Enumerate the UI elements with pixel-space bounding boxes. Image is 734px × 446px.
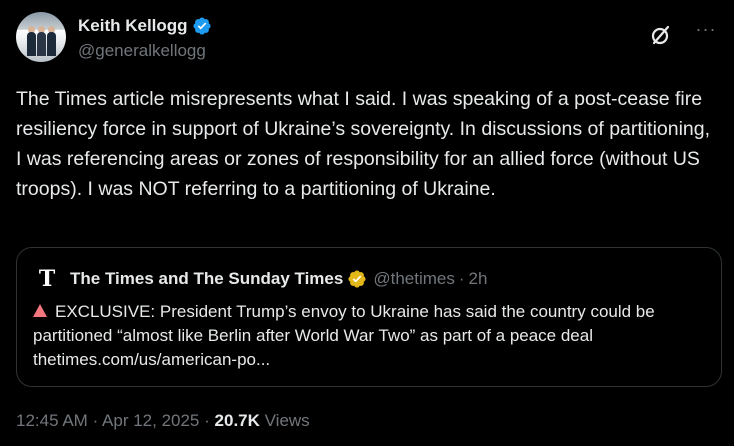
more-icon[interactable]: ··· xyxy=(694,20,718,44)
grok-icon[interactable] xyxy=(648,22,674,48)
views-count[interactable]: 20.7K xyxy=(215,411,260,430)
avatar[interactable] xyxy=(16,12,66,62)
tweet-meta: 12:45 AM · Apr 12, 2025 · 20.7K Views xyxy=(16,411,310,431)
quoted-handle: @thetimes xyxy=(373,269,455,288)
tweet-date[interactable]: Apr 12, 2025 xyxy=(102,411,199,430)
tweet-header: Keith Kellogg @generalkellogg ··· xyxy=(16,12,718,64)
author-display-name[interactable]: Keith Kellogg xyxy=(78,16,188,36)
tweet-text: The Times article misrepresents what I s… xyxy=(16,88,716,200)
tweet-time[interactable]: 12:45 AM xyxy=(16,411,88,430)
meta-separator: · xyxy=(204,411,210,430)
times-logo-icon: T xyxy=(38,266,56,292)
quoted-tweet-header: T The Times and The Sunday Times @thetim… xyxy=(34,266,488,292)
red-triangle-icon xyxy=(33,304,47,317)
verified-badge-icon xyxy=(193,17,211,35)
quoted-text: EXCLUSIVE: President Trump’s envoy to Uk… xyxy=(33,302,655,369)
meta-separator: · xyxy=(92,411,99,430)
views-label: Views xyxy=(264,411,310,430)
author-name-row[interactable]: Keith Kellogg xyxy=(78,16,212,36)
quoted-display-name: The Times and The Sunday Times xyxy=(70,269,344,288)
author-handle[interactable]: @generalkellogg xyxy=(78,41,206,61)
quoted-text-block: EXCLUSIVE: President Trump’s envoy to Uk… xyxy=(33,300,723,372)
quoted-tweet[interactable]: T The Times and The Sunday Times @thetim… xyxy=(16,247,722,387)
quoted-separator: · xyxy=(458,269,465,288)
quoted-timestamp: 2h xyxy=(468,269,488,288)
verified-org-badge-icon xyxy=(348,270,366,288)
